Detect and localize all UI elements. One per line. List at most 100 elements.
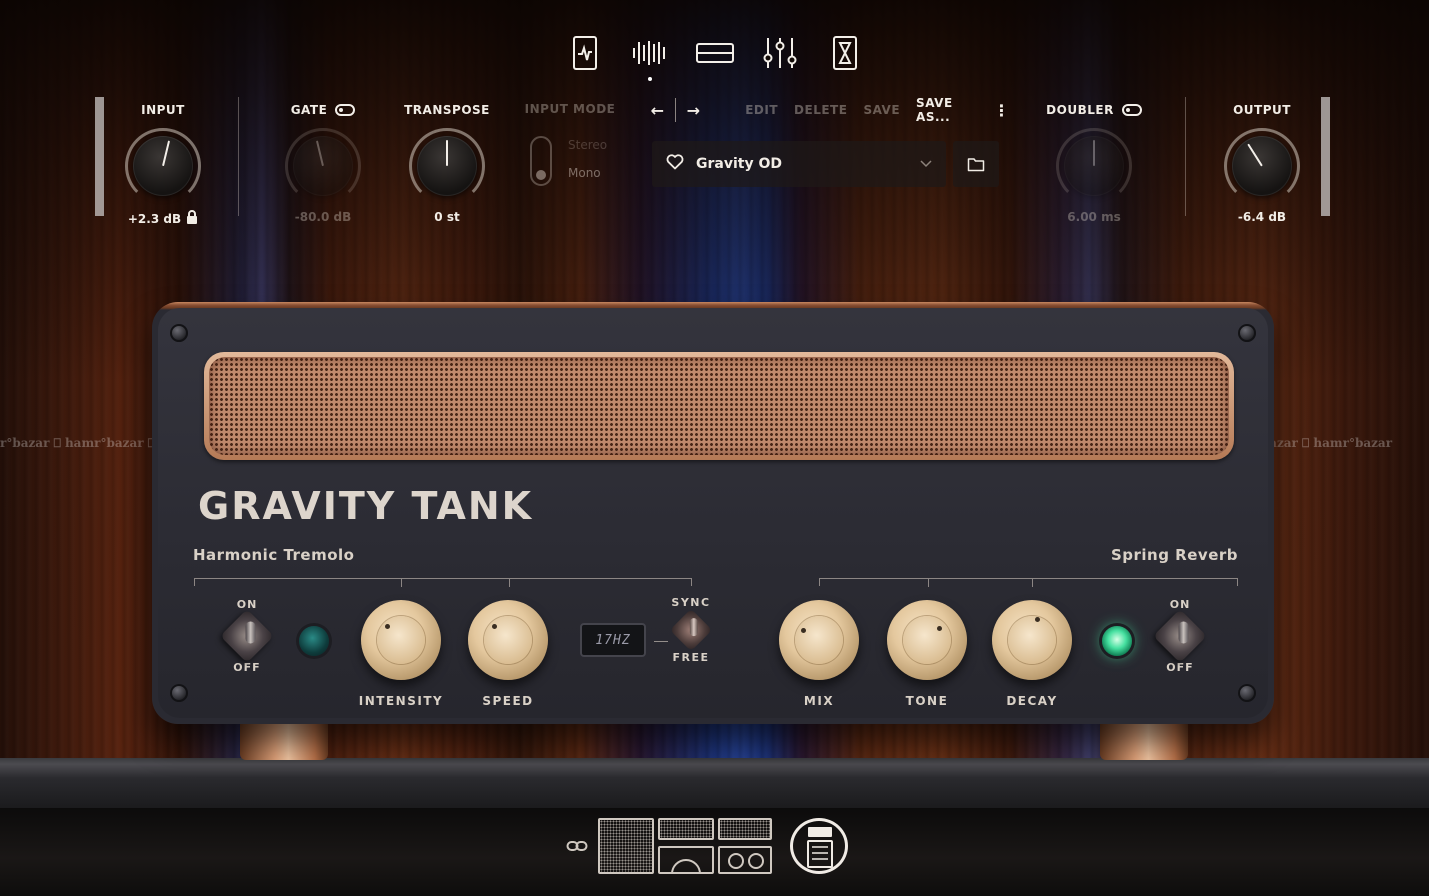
preset-toolbar: ← → EDIT DELETE SAVE SAVE AS... ⋮ <box>650 96 1010 124</box>
tone-knob[interactable] <box>887 600 967 680</box>
waveform-icon[interactable] <box>625 33 674 81</box>
sync-label: SYNC <box>671 596 711 609</box>
more-options-icon[interactable]: ⋮ <box>994 101 1011 120</box>
floor <box>0 808 1429 896</box>
input-value: +2.3 dB <box>127 212 182 226</box>
tremolo-on-label: ON <box>236 598 258 611</box>
screw <box>1238 324 1256 342</box>
tremolo-title: Harmonic Tremolo <box>193 546 355 564</box>
transpose-value: 0 st <box>434 210 460 224</box>
save-button[interactable]: SAVE <box>863 103 900 117</box>
tremolo-led <box>299 626 329 656</box>
output-value: -6.4 dB <box>1237 210 1287 224</box>
doubler-toggle[interactable] <box>1121 104 1142 116</box>
gate-value: -80.0 dB <box>294 210 352 224</box>
toggle-switch <box>220 609 274 663</box>
speaker-grille <box>204 352 1234 460</box>
input-level-meter <box>95 97 104 216</box>
toggle-switch <box>1153 609 1207 663</box>
shelf <box>0 758 1429 810</box>
watermark-left: r°bazar ⎕ hamr°bazar ⎕ h <box>0 436 168 450</box>
screw <box>1238 684 1256 702</box>
tremolo-power-switch[interactable]: ON OFF <box>220 598 274 674</box>
edit-button[interactable]: EDIT <box>745 103 778 117</box>
transpose-label: TRANSPOSE <box>404 103 490 117</box>
input-mode-stereo[interactable]: Stereo <box>568 138 607 152</box>
input-mode-switch[interactable] <box>530 136 552 186</box>
toggle-switch <box>669 608 713 652</box>
save-as-button[interactable]: SAVE AS... <box>916 96 973 124</box>
gate-label: GATE <box>290 103 328 117</box>
tremolo-off-label: OFF <box>233 661 261 674</box>
gate-knob[interactable] <box>285 128 361 204</box>
active-indicator <box>647 77 652 81</box>
intensity-knob-control: INTENSITY <box>358 600 444 708</box>
mixer-icon[interactable] <box>756 33 805 73</box>
amp-head-icon[interactable] <box>690 33 739 73</box>
output-label: OUTPUT <box>1233 103 1291 117</box>
intensity-knob[interactable] <box>361 600 441 680</box>
input-control: INPUT +2.3 dB <box>118 102 208 228</box>
input-knob[interactable] <box>125 128 201 204</box>
cab-4x10-icon[interactable] <box>718 818 772 874</box>
gate-toggle[interactable] <box>335 104 356 116</box>
doubler-value: 6.00 ms <box>1067 210 1121 224</box>
divider <box>238 97 239 216</box>
preset-selector[interactable]: Gravity OD <box>652 141 946 187</box>
input-mode-mono[interactable]: Mono <box>568 166 607 180</box>
preset-name: Gravity OD <box>696 156 782 172</box>
doubler-label: DOUBLER <box>1046 103 1114 117</box>
head-selector-icon[interactable] <box>790 818 848 874</box>
tone-label: TONE <box>905 694 949 708</box>
delete-button[interactable]: DELETE <box>794 103 847 117</box>
gate-control: GATE -80.0 dB <box>278 102 368 224</box>
doubler-knob[interactable] <box>1056 128 1132 204</box>
reverb-power-switch[interactable]: ON OFF <box>1153 598 1207 674</box>
next-preset-button[interactable]: → <box>686 101 701 120</box>
amp-head: GRAVITY TANK Harmonic Tremolo Spring Rev… <box>152 302 1274 724</box>
output-control: OUTPUT -6.4 dB <box>1214 102 1310 224</box>
amp-foot-right <box>1100 724 1188 760</box>
speed-knob-control: SPEED <box>465 600 551 708</box>
screw <box>170 684 188 702</box>
rate-display: 17HZ <box>580 623 646 657</box>
chevron-down-icon[interactable] <box>920 158 932 171</box>
reverb-title: Spring Reverb <box>1110 546 1238 564</box>
doubler-control: DOUBLER 6.00 ms <box>1046 102 1142 224</box>
reverb-off-label: OFF <box>1166 661 1194 674</box>
previous-preset-button[interactable]: ← <box>650 101 665 120</box>
screw <box>170 324 188 342</box>
link-icon[interactable] <box>566 838 590 858</box>
reverb-on-label: ON <box>1169 598 1191 611</box>
mix-knob-control: MIX <box>776 600 862 708</box>
tone-knob-control: TONE <box>884 600 970 708</box>
output-knob[interactable] <box>1224 128 1300 204</box>
lock-icon[interactable] <box>186 210 198 228</box>
tuner-icon[interactable] <box>560 33 609 73</box>
divider <box>675 98 676 122</box>
mix-knob[interactable] <box>779 600 859 680</box>
hourglass-icon[interactable] <box>821 33 870 73</box>
transpose-control: TRANSPOSE 0 st <box>399 102 495 224</box>
free-label: FREE <box>672 651 710 664</box>
top-nav <box>560 28 870 81</box>
decay-knob[interactable] <box>992 600 1072 680</box>
amp-title: GRAVITY TANK <box>198 484 534 528</box>
transpose-knob[interactable] <box>409 128 485 204</box>
speed-knob[interactable] <box>468 600 548 680</box>
cab-1x12-icon[interactable] <box>598 818 654 874</box>
reverb-bracket <box>819 578 1238 587</box>
folder-icon[interactable] <box>953 141 999 187</box>
output-level-meter <box>1321 97 1330 216</box>
tremolo-bracket <box>194 578 692 587</box>
decay-label: DECAY <box>1006 694 1058 708</box>
intensity-label: INTENSITY <box>358 694 444 708</box>
decay-knob-control: DECAY <box>989 600 1075 708</box>
input-label: INPUT <box>141 103 185 117</box>
cab-2x12-icon[interactable] <box>658 818 714 874</box>
sync-free-switch[interactable]: SYNC FREE <box>666 596 716 664</box>
mix-label: MIX <box>803 694 835 708</box>
divider <box>1185 97 1186 216</box>
heart-icon[interactable] <box>666 154 684 174</box>
input-mode-label: INPUT MODE <box>524 102 616 116</box>
